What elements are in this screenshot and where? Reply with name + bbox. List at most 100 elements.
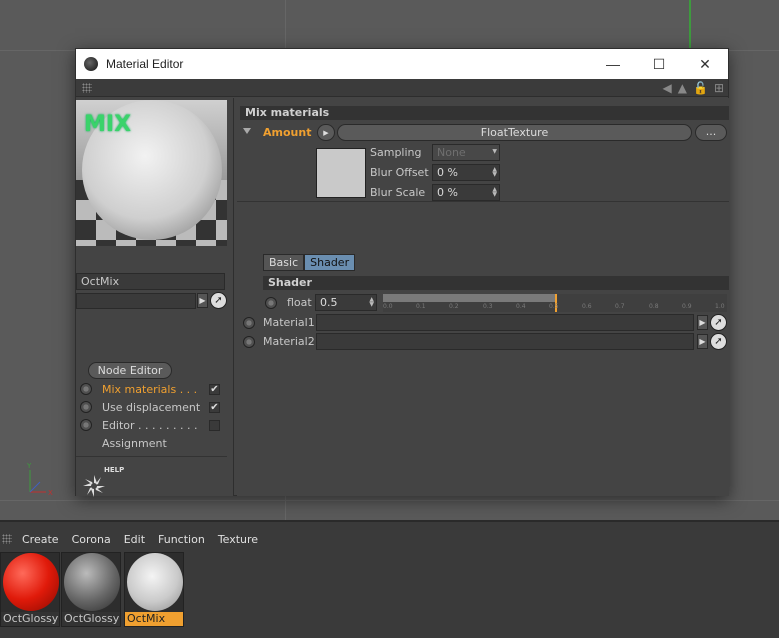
channel-radio[interactable] (80, 419, 92, 431)
material2-radio[interactable] (243, 336, 255, 348)
float-radio[interactable] (265, 297, 277, 309)
maximize-button[interactable]: ☐ (636, 49, 682, 79)
slider-tick-label: 0.8 (649, 303, 659, 310)
right-panel: Mix materials Amount ▶ FloatTexture ... … (237, 98, 729, 496)
sampling-value: None (437, 146, 466, 159)
slider-tick-label: 0.0 (383, 303, 393, 310)
back-arrow-icon[interactable]: ◀ (663, 80, 672, 96)
material-editor-window: Material Editor — ☐ ✕ ◀ ▲ 🔓 ⊞ MIX OctMix… (75, 48, 729, 497)
material1-link-field[interactable] (316, 314, 694, 331)
title-bar[interactable]: Material Editor — ☐ ✕ (76, 49, 728, 79)
channel-checkbox[interactable] (209, 419, 220, 431)
shader-preview-swatch[interactable] (316, 148, 366, 198)
blur-scale-input[interactable]: 0 % ▲ ▼ (432, 184, 500, 201)
float-value: 0.5 (320, 296, 338, 309)
channel-checkbox[interactable]: ✔ (209, 383, 220, 395)
channel-label: Assignment (102, 436, 167, 450)
material-menu-bar: Create Corona Edit Function Texture (0, 530, 271, 548)
axis-gizmo-icon: Y X (26, 462, 53, 497)
material-preview[interactable]: MIX (76, 100, 227, 246)
channel-label: Editor . . . . . . . . . (102, 418, 198, 432)
material-thumb-octglossy[interactable]: OctGlossy (61, 552, 121, 627)
channel-assignment[interactable]: Assignment (80, 434, 220, 452)
material1-radio[interactable] (243, 317, 255, 329)
menu-texture[interactable]: Texture (218, 533, 258, 546)
node-editor-button[interactable]: Node Editor (88, 362, 172, 379)
slider-tick-label: 0.4 (516, 303, 526, 310)
slider-tick-label: 0.9 (682, 303, 692, 310)
link-arrow-button[interactable]: ▶ (197, 293, 208, 308)
channel-label: Use displacement (102, 400, 201, 414)
material-thumb-octglossy-red[interactable]: OctGlossy (0, 552, 60, 627)
blur-offset-value: 0 % (437, 166, 458, 179)
material-ball (3, 553, 59, 611)
material2-arrow-button[interactable]: ▶ (697, 334, 708, 349)
material-ball (64, 553, 120, 611)
lock-icon[interactable]: 🔓 (693, 80, 708, 96)
more-options-button[interactable]: ... (695, 124, 727, 141)
section-shader: Shader (263, 276, 729, 290)
picker-icon[interactable]: ➚ (710, 333, 727, 350)
help-button[interactable]: HELP (80, 466, 128, 502)
up-arrow-icon[interactable]: ▲ (678, 80, 687, 96)
material1-arrow-button[interactable]: ▶ (697, 315, 708, 330)
grip-icon[interactable] (2, 534, 12, 544)
tab-shader[interactable]: Shader (304, 254, 356, 271)
material2-link-field[interactable] (316, 333, 694, 350)
menu-corona[interactable]: Corona (72, 533, 111, 546)
float-slider[interactable]: 0.0 0.1 0.2 0.3 0.4 0.5 0.6 0.7 0.8 0.9 1.0 (383, 294, 727, 312)
new-panel-icon[interactable]: ⊞ (714, 80, 724, 96)
amount-label: Amount (263, 126, 312, 139)
channel-checkbox[interactable]: ✔ (209, 401, 220, 413)
stepper-icon[interactable]: ▲ ▼ (492, 187, 497, 198)
slider-tick-label: 0.6 (582, 303, 592, 310)
slider-tick-label: 0.3 (483, 303, 493, 310)
menu-edit[interactable]: Edit (124, 533, 145, 546)
stepper-icon[interactable]: ▲ ▼ (369, 297, 374, 308)
shader-menu-button[interactable]: ▶ (317, 124, 335, 141)
collapse-triangle-icon[interactable] (243, 128, 251, 134)
float-row: float 0.5 ▲ ▼ 0.0 0.1 0.2 0.3 0.4 0.5 0.6 0.7 0.8… (263, 294, 729, 312)
section-mix-materials: Mix materials (240, 106, 729, 120)
material1-label: Material1 (263, 316, 315, 329)
menu-create[interactable]: Create (22, 533, 59, 546)
blur-offset-input[interactable]: 0 % ▲ ▼ (432, 164, 500, 181)
float-input[interactable]: 0.5 ▲ ▼ (315, 294, 377, 311)
minimize-button[interactable]: — (590, 49, 636, 79)
grip-icon[interactable] (82, 83, 92, 93)
tab-basic[interactable]: Basic (263, 254, 305, 271)
slider-fill (383, 294, 555, 302)
divider (76, 456, 227, 457)
channel-radio[interactable] (80, 383, 92, 395)
shader-tabs: Basic Shader (263, 254, 356, 271)
shader-name-button[interactable]: FloatTexture (337, 124, 692, 141)
channel-radio[interactable] (80, 401, 92, 413)
material-thumb-octmix[interactable]: OctMix (124, 552, 184, 627)
material-name-field[interactable]: OctMix (76, 273, 225, 290)
cinema4d-app-icon (84, 57, 98, 71)
link-field[interactable] (76, 293, 196, 309)
channel-use-displacement[interactable]: Use displacement ✔ (80, 398, 220, 416)
octane-logo-icon (83, 475, 105, 497)
sampling-dropdown[interactable]: None ▼ (432, 144, 500, 161)
chevron-down-icon: ▼ (492, 148, 497, 155)
stepper-icon[interactable]: ▲ ▼ (492, 167, 497, 178)
amount-row: Amount ▶ FloatTexture ... (241, 124, 729, 142)
picker-icon[interactable]: ➚ (710, 314, 727, 331)
material2-row: Material2 ▶ ➚ (241, 333, 729, 351)
material-name: OctGlossy (62, 612, 120, 626)
blur-scale-value: 0 % (437, 186, 458, 199)
picker-icon[interactable]: ➚ (210, 292, 227, 309)
close-button[interactable]: ✕ (682, 49, 728, 79)
material1-row: Material1 ▶ ➚ (241, 314, 729, 332)
help-label: HELP (104, 466, 125, 474)
float-label: float (287, 296, 312, 309)
menu-function[interactable]: Function (158, 533, 205, 546)
slider-tick-label: 1.0 (715, 303, 725, 310)
slider-tick-label: 0.2 (449, 303, 459, 310)
channel-editor[interactable]: Editor . . . . . . . . . (80, 416, 220, 434)
window-title: Material Editor (106, 57, 184, 71)
channel-mix-materials[interactable]: Mix materials . . . ✔ (80, 380, 220, 398)
svg-text:Y: Y (26, 462, 32, 470)
blur-scale-label: Blur Scale (370, 186, 426, 199)
